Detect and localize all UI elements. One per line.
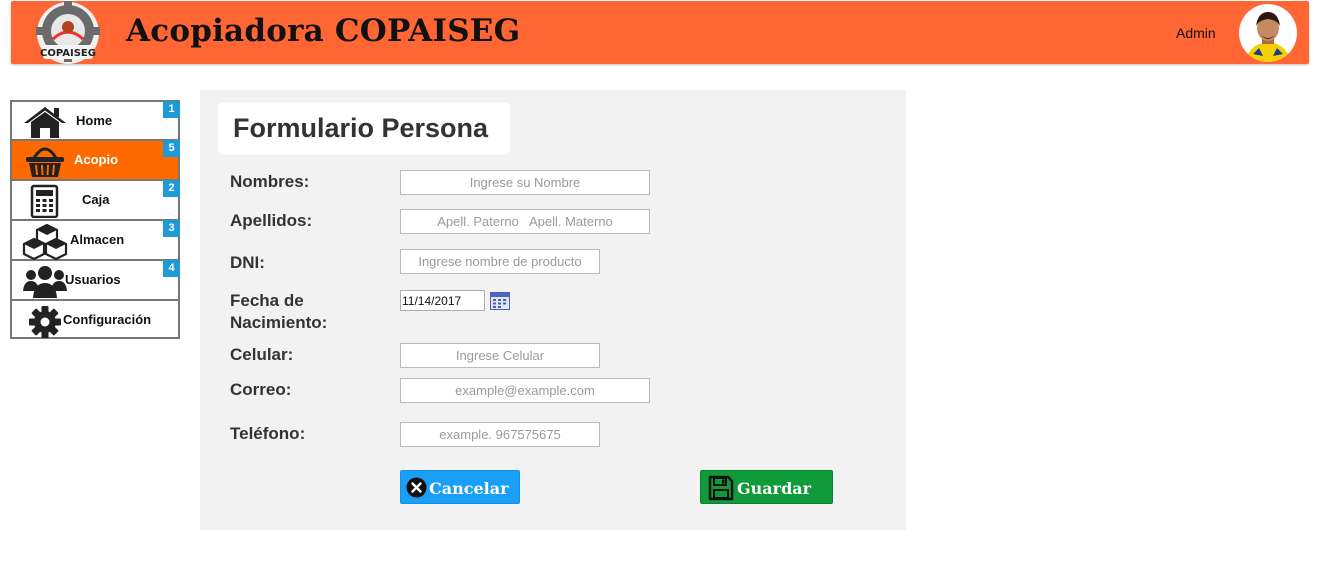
- sidebar-item-label: Home: [76, 113, 113, 128]
- fecha-label-line1: Fecha de: [230, 291, 304, 310]
- sidebar-item-almacen[interactable]: Almacen 3: [10, 220, 180, 261]
- dni-input[interactable]: [400, 249, 600, 274]
- floppy-disk-icon: [708, 475, 734, 505]
- celular-input[interactable]: [400, 343, 600, 368]
- boxes-icon: [22, 223, 68, 261]
- sidebar-item-label: Caja: [82, 192, 110, 207]
- sidebar-item-home[interactable]: Home 1: [10, 100, 180, 140]
- sidebar-item-label: Usuarios: [65, 272, 121, 287]
- sidebar-item-usuarios[interactable]: Usuarios 4: [10, 260, 180, 300]
- save-button-label: Guardar: [737, 479, 812, 498]
- fecha-label-line2: Nacimiento:: [230, 313, 328, 332]
- user-name[interactable]: Admin: [1176, 25, 1216, 41]
- sidebar-badge: 5: [163, 140, 180, 157]
- sidebar-badge: 4: [163, 260, 180, 277]
- apellidos-input[interactable]: [400, 209, 650, 234]
- form-panel: Formulario Persona Nombres: Apellidos: D…: [200, 90, 906, 530]
- sidebar-item-acopio[interactable]: Acopio 5: [10, 140, 180, 180]
- sidebar-item-label: Configuración: [63, 312, 152, 327]
- apellidos-label: Apellidos:: [230, 211, 313, 230]
- app-header: COPAISEG Acopiadora COPAISEG Admin: [11, 1, 1309, 64]
- avatar[interactable]: [1239, 4, 1297, 62]
- sidebar-item-configuracion[interactable]: Configuración: [10, 300, 180, 339]
- telefono-label: Teléfono:: [230, 424, 306, 443]
- sidebar-item-caja[interactable]: Caja 2: [10, 180, 180, 220]
- nombres-input[interactable]: [400, 170, 650, 195]
- cancel-button[interactable]: Cancelar: [400, 470, 520, 504]
- fecha-nacimiento-input[interactable]: [400, 290, 485, 311]
- dni-label: DNI:: [230, 253, 265, 272]
- users-icon: [22, 264, 68, 298]
- sidebar-nav: Home 1 Acopio 5 Caja 2 Almacen 3 Usuario…: [10, 100, 180, 339]
- sidebar-item-label: Almacen: [70, 232, 125, 247]
- logo: COPAISEG: [35, 1, 101, 65]
- nombres-label: Nombres:: [230, 172, 310, 191]
- calendar-icon[interactable]: [490, 292, 510, 310]
- fecha-label: Fecha de Nacimiento:: [230, 290, 327, 334]
- cancel-button-label: Cancelar: [429, 479, 509, 498]
- app-title: Acopiadora COPAISEG: [126, 13, 521, 49]
- celular-label: Celular:: [230, 345, 294, 364]
- telefono-input[interactable]: [400, 422, 600, 447]
- sidebar-item-label: Acopio: [74, 152, 119, 167]
- save-button[interactable]: Guardar: [700, 470, 833, 504]
- gear-icon: [22, 304, 68, 338]
- correo-label: Correo:: [230, 380, 292, 399]
- sidebar-badge: 2: [163, 180, 180, 197]
- close-circle-icon: [406, 477, 427, 502]
- page-title: Formulario Persona: [233, 113, 489, 143]
- logo-text: COPAISEG: [40, 48, 96, 59]
- form-title-box: Formulario Persona: [218, 102, 510, 155]
- calculator-icon: [22, 184, 68, 219]
- sidebar-badge: 3: [163, 220, 180, 237]
- basket-icon: [22, 144, 68, 178]
- correo-input[interactable]: [400, 378, 650, 403]
- home-icon: [22, 105, 68, 139]
- sidebar-badge: 1: [163, 101, 180, 118]
